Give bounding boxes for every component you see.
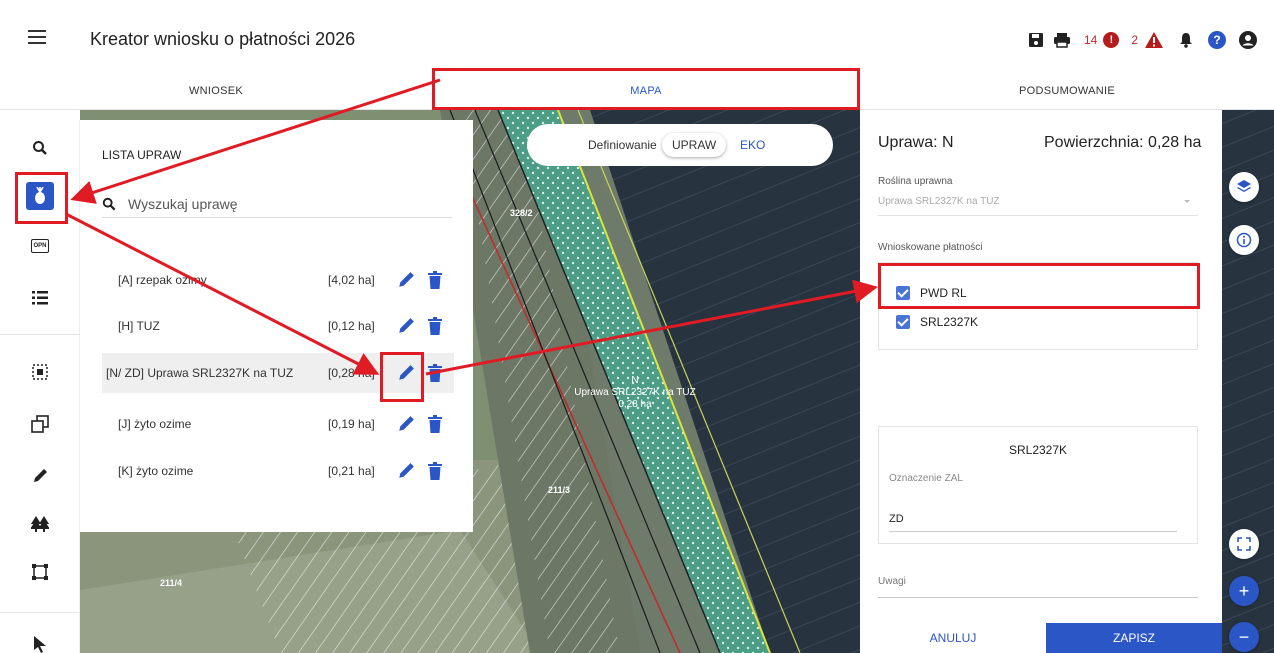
trash-icon[interactable]: [428, 364, 442, 382]
trash-icon[interactable]: [428, 271, 442, 289]
payment-checkbox-srl2327k[interactable]: SRL2327K: [896, 315, 978, 329]
trees-icon[interactable]: [26, 510, 54, 538]
edit-pencil-icon[interactable]: [397, 364, 415, 382]
parcel-label-211-3: 211/3: [548, 485, 571, 495]
map-label-name: Uprawa SRL2327K na TUZ: [574, 387, 696, 398]
layers-icon[interactable]: [1229, 172, 1259, 202]
warning-count: 2: [1131, 33, 1138, 47]
print-icon[interactable]: [1052, 30, 1072, 50]
edit-pencil-icon[interactable]: [397, 317, 415, 335]
crop-search-input[interactable]: Wyszukaj uprawę: [102, 190, 452, 218]
cancel-button[interactable]: ANULUJ: [860, 623, 1046, 653]
select-area-icon[interactable]: [26, 358, 54, 386]
mode-option-upraw[interactable]: UPRAW: [662, 133, 727, 157]
edit-pencil-icon[interactable]: [397, 271, 415, 289]
warning-icon[interactable]: [1144, 30, 1164, 50]
user-account-icon[interactable]: [1238, 30, 1258, 50]
parcel-label-328-2: 328/2: [510, 208, 533, 218]
mode-option-eko[interactable]: EKO: [740, 138, 765, 152]
payment-label: SRL2327K: [920, 315, 979, 329]
error-icon[interactable]: !: [1103, 32, 1120, 48]
search-icon[interactable]: [26, 134, 54, 162]
edit-pencil-icon[interactable]: [26, 462, 54, 490]
checkbox-checked-icon: [896, 286, 910, 300]
opn-label: OPN: [31, 239, 49, 253]
toolbar-divider: [0, 612, 80, 613]
info-icon[interactable]: [1229, 225, 1259, 255]
zal-input[interactable]: ZD: [889, 513, 1177, 532]
map-label-code: N: [631, 375, 639, 386]
app-title: Kreator wniosku o płatności 2026: [90, 29, 356, 49]
crop-name: [K] żyto ozime: [118, 464, 194, 478]
edit-pencil-icon[interactable]: [397, 415, 415, 433]
notes-field[interactable]: Uwagi: [878, 576, 1198, 598]
hamburger-menu-icon[interactable]: [28, 30, 46, 44]
trash-icon[interactable]: [428, 317, 442, 335]
crop-area: [0,28 ha]: [328, 366, 375, 380]
tab-mapa[interactable]: MAPA: [432, 72, 860, 109]
list-icon[interactable]: [26, 284, 54, 312]
plant-value: Uprawa SRL2327K na TUZ: [878, 196, 1000, 207]
payments-list: [878, 262, 1198, 350]
crop-area: [0,12 ha]: [328, 319, 375, 333]
map-label-area: 0,28 ha: [618, 399, 652, 410]
tab-podsumowanie[interactable]: PODSUMOWANIE: [860, 72, 1274, 109]
crop-list-panel: LISTA UPRAW Wyszukaj uprawę [A] rzepak o…: [80, 120, 473, 532]
parcel-label-211-4: 211/4: [160, 578, 183, 588]
plant-select[interactable]: Uprawa SRL2327K na TUZ: [878, 196, 1198, 216]
crop-list-item[interactable]: [K] żyto ozime [0,21 ha]: [102, 451, 454, 491]
map-toolbar: OPN: [0, 120, 80, 653]
tab-wniosek[interactable]: WNIOSEK: [0, 72, 432, 109]
opn-icon[interactable]: OPN: [26, 232, 54, 260]
polygon-frame-icon[interactable]: [26, 558, 54, 586]
crop-list-item[interactable]: [A] rzepak ozimy [4,02 ha]: [102, 260, 454, 300]
payment-label: PWD RL: [920, 286, 967, 300]
crop-list-item[interactable]: [J] żyto ozime [0,19 ha]: [102, 404, 454, 444]
form-area: Powierzchnia: 0,28 ha: [1044, 134, 1202, 151]
payment-checkbox-pwd-rl[interactable]: PWD RL: [896, 286, 967, 300]
crop-edit-form: Uprawa: N Powierzchnia: 0,28 ha Roślina …: [860, 110, 1222, 653]
header-actions: 14 ! 2 ?: [1026, 30, 1258, 50]
mode-label: Definiowanie: [588, 138, 657, 152]
error-count: 14: [1083, 33, 1098, 47]
toolbar-divider: [0, 334, 80, 335]
trash-icon[interactable]: [428, 462, 442, 480]
crop-name: [J] żyto ozime: [118, 417, 192, 431]
srl-card: SRL2327K Oznaczenie ZAL ZD: [878, 426, 1198, 544]
trash-icon[interactable]: [428, 415, 442, 433]
crop-list-title: LISTA UPRAW: [102, 148, 182, 162]
crop-name: [H] TUZ: [118, 319, 160, 333]
crop-name: [A] rzepak ozimy: [118, 273, 207, 287]
main-tabs: WNIOSEK MAPA PODSUMOWANIE: [0, 72, 1274, 110]
crop-area: [0,21 ha]: [328, 464, 375, 478]
bell-icon[interactable]: [1176, 30, 1196, 50]
crop-list-item[interactable]: [H] TUZ [0,12 ha]: [102, 306, 454, 346]
selected-crop-map-label: N Uprawa SRL2327K na TUZ 0,28 ha: [560, 375, 710, 411]
search-icon: [102, 197, 116, 211]
srl-card-title: SRL2327K: [1008, 443, 1068, 457]
crop-icon[interactable]: [26, 182, 54, 210]
zal-label: Oznaczenie ZAL: [889, 473, 963, 484]
mode-switch: Definiowanie UPRAW EKO: [527, 124, 833, 166]
save-icon[interactable]: [1026, 30, 1046, 50]
crop-area: [4,02 ha]: [328, 273, 375, 287]
save-button[interactable]: ZAPISZ: [1046, 623, 1222, 653]
dropdown-arrow-icon: [1184, 200, 1190, 203]
payments-label: Wnioskowane płatności: [878, 242, 983, 253]
form-title: Uprawa: N: [878, 134, 954, 151]
zoom-out-icon[interactable]: −: [1229, 622, 1259, 652]
fullscreen-icon[interactable]: [1229, 529, 1259, 559]
crop-list-item-selected[interactable]: [N/ ZD] Uprawa SRL2327K na TUZ [0,28 ha]: [102, 353, 454, 393]
plant-label: Roślina uprawna: [878, 176, 953, 187]
app-header: Kreator wniosku o płatności 2026 14 ! 2 …: [0, 10, 1274, 72]
copy-icon[interactable]: [26, 410, 54, 438]
checkbox-checked-icon: [896, 315, 910, 329]
edit-pencil-icon[interactable]: [397, 462, 415, 480]
crop-name: [N/ ZD] Uprawa SRL2327K na TUZ: [106, 366, 294, 380]
crop-search-placeholder: Wyszukaj uprawę: [128, 195, 238, 212]
cursor-icon[interactable]: [26, 630, 54, 653]
zoom-in-icon[interactable]: +: [1229, 576, 1259, 606]
crop-area: [0,19 ha]: [328, 417, 375, 431]
help-icon[interactable]: ?: [1208, 31, 1226, 49]
